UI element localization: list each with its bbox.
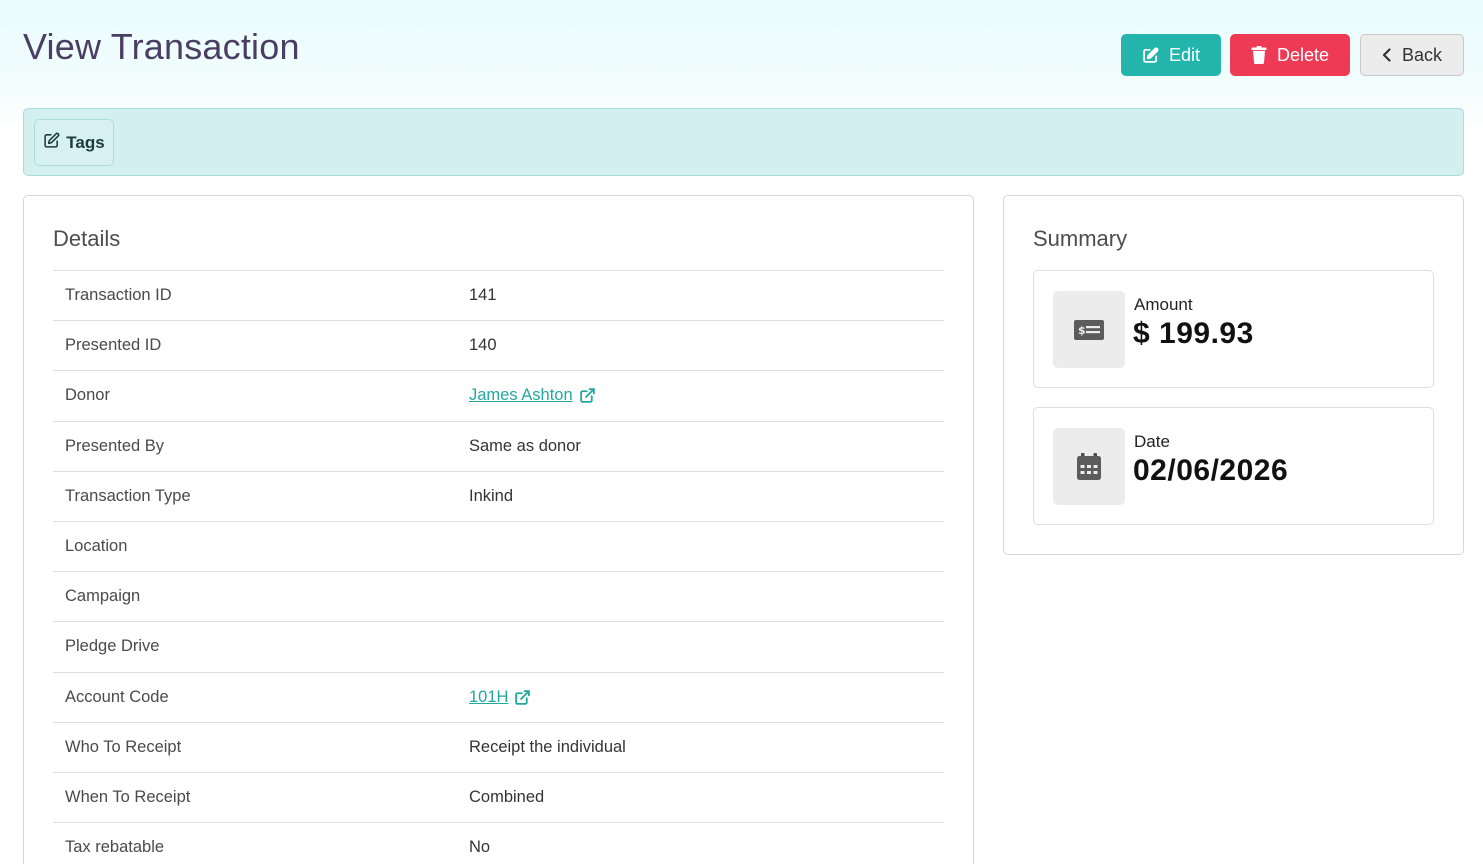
details-row-value — [469, 622, 944, 672]
details-row: Location — [53, 521, 944, 571]
details-row-value: Inkind — [469, 486, 514, 505]
tags-button-label: Tags — [66, 132, 105, 152]
details-row-label: Tax rebatable — [65, 838, 165, 857]
details-row-label: Pledge Drive — [65, 637, 160, 656]
details-row-value: James Ashton — [469, 371, 944, 421]
details-card: Details Transaction ID 141 Presented ID 140… — [23, 195, 974, 864]
back-button-label: Back — [1401, 44, 1443, 65]
money-check-icon: $ — [1053, 291, 1125, 368]
amount-value: $ 199.93 — [1133, 317, 1254, 350]
details-row-link[interactable]: James Ashton — [469, 386, 596, 405]
details-row: Campaign — [53, 571, 944, 622]
details-row-label: Account Code — [65, 687, 169, 706]
details-row: Transaction Type Inkind — [53, 471, 944, 521]
details-row: Account Code 101H — [53, 672, 944, 722]
details-row-value: Same as donor — [469, 436, 581, 455]
details-row-label: Presented By — [65, 436, 165, 455]
summary-title: Summary — [1033, 226, 1128, 251]
details-row-value: 101H — [469, 672, 944, 722]
edit-button-label: Edit — [1168, 44, 1201, 65]
details-row: Presented By Same as donor — [53, 421, 944, 471]
details-row: Tax rebatable No — [53, 822, 944, 864]
details-table: Transaction ID 141 Presented ID 140 Donor Jam… — [53, 270, 944, 864]
details-row: Presented ID 140 — [53, 320, 944, 371]
details-row-label: Donor — [65, 386, 110, 405]
details-title: Details — [53, 226, 121, 251]
delete-button[interactable]: Delete — [1230, 34, 1350, 76]
summary-card: Summary $ Amount $ 199.93 Date 02/06/202… — [1003, 195, 1464, 555]
details-row-label: Transaction Type — [65, 486, 191, 505]
details-row-label: When To Receipt — [65, 787, 191, 806]
calendar-icon — [1053, 428, 1125, 505]
amount-stat: $ Amount $ 199.93 — [1033, 270, 1434, 388]
external-link-icon — [579, 387, 596, 404]
edit-button[interactable]: Edit — [1121, 34, 1221, 76]
details-row-link[interactable]: 101H — [469, 688, 531, 707]
details-row-value: No — [469, 838, 491, 857]
trash-icon — [1251, 46, 1267, 64]
details-row-label: Presented ID — [65, 336, 162, 355]
edit-tags-icon — [43, 132, 60, 154]
date-stat: Date 02/06/2026 — [1033, 407, 1434, 525]
details-row-label: Transaction ID — [65, 286, 172, 305]
details-row-label: Location — [65, 537, 128, 556]
details-row-value: 140 — [469, 336, 497, 355]
edit-icon — [1142, 47, 1159, 64]
details-row: Transaction ID 141 — [53, 270, 944, 321]
details-row: Who To Receipt Receipt the individual — [53, 722, 944, 772]
date-label: Date — [1134, 432, 1170, 451]
details-row: Donor James Ashton — [53, 370, 944, 421]
tags-button[interactable]: Tags — [34, 119, 114, 166]
details-row-value: 141 — [469, 286, 497, 305]
chevron-left-icon — [1382, 48, 1392, 62]
details-row-value — [469, 572, 944, 622]
details-row-value: Combined — [469, 787, 545, 806]
external-link-icon — [514, 689, 531, 706]
amount-label: Amount — [1134, 295, 1193, 314]
back-button[interactable]: Back — [1360, 34, 1464, 76]
details-row-link-text: James Ashton — [469, 386, 573, 405]
details-row: Pledge Drive — [53, 621, 944, 672]
details-row: When To Receipt Combined — [53, 772, 944, 822]
details-row-value — [469, 521, 944, 571]
details-row-value: Receipt the individual — [469, 737, 626, 756]
date-value: 02/06/2026 — [1133, 454, 1289, 487]
tags-bar: Tags — [23, 108, 1464, 176]
details-row-label: Campaign — [65, 587, 141, 606]
delete-button-label: Delete — [1276, 44, 1330, 65]
page-title: View Transaction — [23, 26, 300, 67]
svg-text:$: $ — [1078, 324, 1086, 337]
details-row-label: Who To Receipt — [65, 737, 182, 756]
details-row-link-text: 101H — [469, 687, 509, 706]
